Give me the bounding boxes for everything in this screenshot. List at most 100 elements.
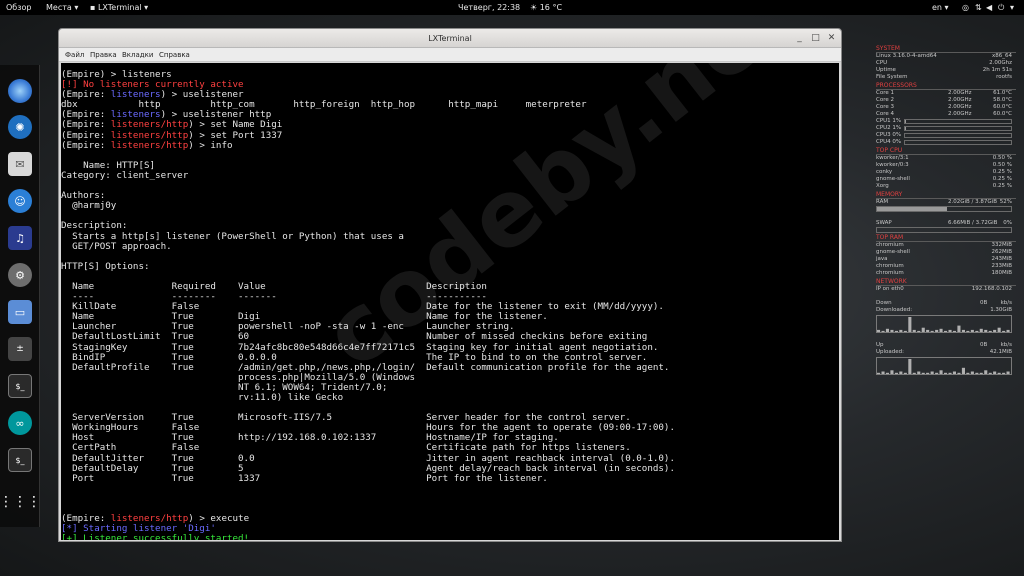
conky-value: 192.168.0.102 <box>971 286 1012 292</box>
terminal-icon[interactable]: $_ <box>8 374 32 398</box>
conky-spacer <box>876 213 1016 220</box>
graph-bar <box>970 371 974 374</box>
conky-row: SWAP 6.66MiB / 3.72GiB 0% <box>876 220 1016 227</box>
app-menu[interactable]: ▪ LXTerminal ▾ <box>90 0 148 15</box>
conky-monitor: SYSTEM Linux 3.16.0-4-amd64 x86_64 CPU 2.00G… <box>876 44 1016 377</box>
window-titlebar[interactable]: LXTerminal _ □ ✕ <box>59 29 841 48</box>
conky-row: kworker/3:1 0.50 % <box>876 155 1016 162</box>
conky-mid: 2.00GHz <box>948 104 972 110</box>
activities-button[interactable]: Обзор <box>6 0 31 15</box>
graph-bar <box>899 329 903 332</box>
conky-label: chromium <box>876 263 904 269</box>
menu-help[interactable]: Справка <box>159 48 190 62</box>
conky-value: 60.0°C <box>993 104 1012 110</box>
conky-graph <box>876 357 1012 375</box>
conky-bar-row: CPU1 1% <box>876 118 1016 125</box>
settings-icon[interactable]: ✺ <box>8 115 32 139</box>
graph-bar <box>988 330 992 332</box>
chat-icon[interactable]: ☺ <box>8 189 32 213</box>
places-label: Места <box>46 3 72 12</box>
network-icon[interactable]: ⇅ <box>975 0 982 15</box>
menu-file[interactable]: Файл <box>65 48 84 62</box>
conky-label: CPU <box>876 60 888 66</box>
conky-value: 61.0°C <box>993 90 1012 96</box>
system-settings-icon[interactable]: ⚙ <box>8 263 32 287</box>
terminal-segment: listeners/http <box>110 139 189 151</box>
conky-net-rate-value: 0B <box>980 342 988 348</box>
terminal-line: [+] Listener successfully started! <box>61 534 839 540</box>
maximize-button[interactable]: □ <box>809 32 822 45</box>
conky-label: java <box>876 256 888 262</box>
conky-row: chromium 180MiB <box>876 270 1016 277</box>
window-title: LXTerminal <box>428 34 472 43</box>
music-icon[interactable]: ♫ <box>8 226 32 250</box>
weather-widget[interactable]: ☀ 16 °C <box>530 0 562 15</box>
graph-bar <box>917 371 921 374</box>
conky-section: NETWORK IP on eth0 192.168.0.102 Down 0B kb/s… <box>876 278 1016 375</box>
menu-tabs[interactable]: Вкладки <box>122 48 153 62</box>
chevron-down-icon: ▾ <box>944 3 949 12</box>
arduino-icon[interactable]: ∞ <box>8 411 32 435</box>
conky-bar-fill <box>877 207 947 211</box>
calculator-icon[interactable]: ± <box>8 337 32 361</box>
power-icon[interactable]: ⏻ <box>998 0 1004 15</box>
minimize-button[interactable]: _ <box>793 32 806 45</box>
terminal-output[interactable]: codeby.net (Empire) > listeners [!] No li… <box>61 63 839 540</box>
graph-bar <box>957 372 961 374</box>
weather-temp: 16 °C <box>539 3 563 12</box>
graph-bar <box>885 328 889 332</box>
conky-value: rootfs <box>996 74 1012 80</box>
graph-bar <box>948 372 952 374</box>
conky-label: Uptime <box>876 67 896 73</box>
graph-bar <box>975 330 979 332</box>
conky-value: 0.50 % <box>992 162 1012 168</box>
conky-net-total: Uploaded: 42.1MiB <box>876 349 1016 356</box>
conky-mid: 2.00GHz <box>948 97 972 103</box>
language-indicator[interactable]: en ▾ <box>932 0 949 15</box>
graph-bar <box>877 329 881 332</box>
volume-icon[interactable]: ◀ <box>986 0 992 15</box>
conky-graph <box>876 315 1012 333</box>
graph-bar <box>890 329 894 332</box>
conky-section: TOP RAM chromium 332MiB gnome-shell 262MiB ja… <box>876 234 1016 277</box>
conky-net-total: Downloaded: 1.30GiB <box>876 307 1016 314</box>
conky-value: 2h 1m 51s <box>982 67 1012 73</box>
conky-mid: 2.00GHz <box>948 90 972 96</box>
graph-bar <box>1002 330 1006 332</box>
conky-bar <box>904 133 1012 138</box>
conky-net-rate: Down 0B kb/s <box>876 300 1016 307</box>
apps-grid-icon[interactable]: ⋮⋮⋮ <box>0 490 41 514</box>
accessibility-icon[interactable]: ◎ <box>962 0 969 15</box>
chevron-down-icon[interactable]: ▾ <box>1010 0 1014 15</box>
clock[interactable]: Четверг, 22:38 <box>458 0 520 15</box>
terminal-line: Authors: <box>61 191 839 201</box>
graph-bar <box>899 371 903 374</box>
conky-value: 0.50 % <box>992 155 1012 161</box>
close-button[interactable]: ✕ <box>825 32 838 45</box>
graph-bar <box>975 372 979 374</box>
graph-bar <box>993 329 997 332</box>
conky-section: SYSTEM Linux 3.16.0-4-amd64 x86_64 CPU 2.00G… <box>876 45 1016 81</box>
files-icon[interactable]: ▭ <box>8 300 32 324</box>
conky-label: kworker/0:3 <box>876 162 909 168</box>
conky-row: Core 3 2.00GHz 60.0°C <box>876 104 1016 111</box>
graph-bar <box>966 330 970 332</box>
conky-spacer <box>876 335 1016 342</box>
chromium-icon[interactable] <box>8 79 32 103</box>
places-menu[interactable]: Места ▾ <box>46 0 78 15</box>
conky-label: File System <box>876 74 908 80</box>
menu-bar: Файл Правка Вкладки Справка <box>59 48 841 62</box>
conky-bar-label: CPU4 0% <box>876 139 902 145</box>
terminal-segment: Category: client_server <box>61 169 189 181</box>
conky-net-total-value: 1.30GiB <box>990 307 1012 313</box>
menu-edit[interactable]: Правка <box>90 48 117 62</box>
conky-row: File System rootfs <box>876 74 1016 81</box>
graph-bar <box>908 359 912 374</box>
terminal-icon[interactable]: $_ <box>8 448 32 472</box>
graph-bar <box>952 330 956 332</box>
conky-mid: 2.02GiB / 3.87GiB <box>948 199 997 205</box>
graph-bar <box>966 372 970 374</box>
conky-value: x86_64 <box>991 53 1012 59</box>
mail-icon[interactable]: ✉ <box>8 152 32 176</box>
